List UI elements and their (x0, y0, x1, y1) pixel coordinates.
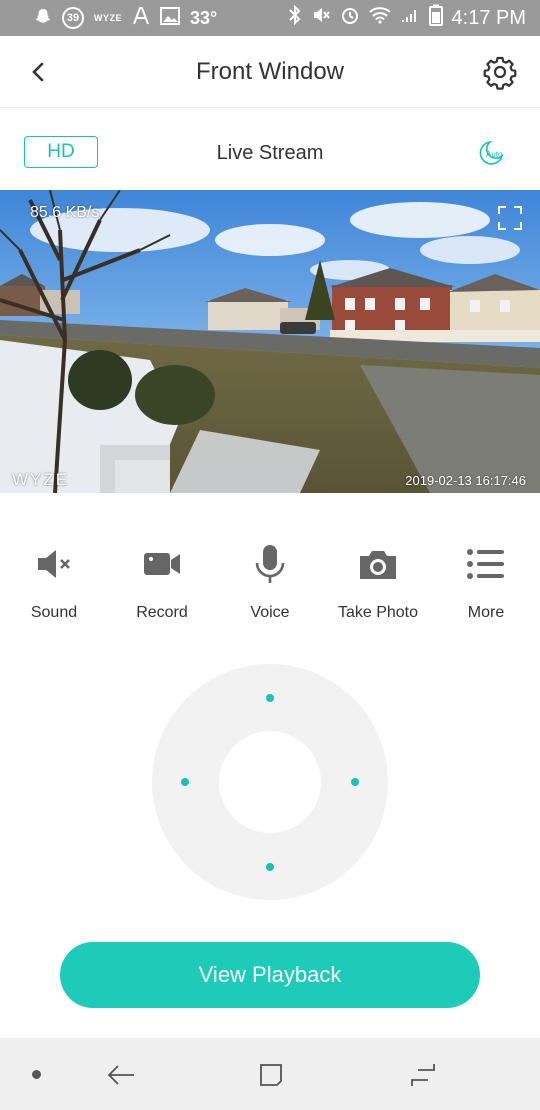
wifi-icon (368, 6, 391, 30)
temperature: 33° (190, 7, 218, 28)
joystick-center[interactable] (219, 731, 321, 833)
voice-label: Voice (250, 604, 290, 621)
camera-image (0, 190, 540, 493)
status-right: 4:17 PM (288, 4, 526, 32)
live-stream-label: Live Stream (216, 142, 324, 164)
camera-feed[interactable]: 85.6 KB/s WYZE 2019-02-13 16:17:46 (0, 190, 540, 493)
sound-label: Sound (30, 604, 78, 621)
control-row: Sound Record Voice Take Photo More (0, 540, 540, 630)
more-label: More (467, 604, 505, 621)
video-camera-icon (144, 553, 180, 575)
home-square-icon (260, 1064, 282, 1086)
bitrate-readout: 85.6 KB/s (30, 204, 100, 221)
notification-badge: 39 (62, 7, 84, 29)
system-home-button[interactable] (256, 1060, 286, 1090)
status-bar: 39 WYZE 33° 4:17 PM (0, 0, 540, 36)
mute-icon (311, 5, 331, 31)
pan-tilt-joystick[interactable] (152, 664, 388, 900)
wyze-mini-logo: WYZE (94, 13, 122, 23)
system-nav-bar (0, 1038, 540, 1110)
camera-watermark: WYZE (12, 470, 70, 489)
joystick-left-indicator[interactable] (181, 778, 189, 786)
alarm-icon (340, 5, 360, 31)
take-photo-label: Take Photo (337, 604, 419, 621)
sound-button[interactable]: Sound (0, 540, 108, 630)
joystick-down-indicator[interactable] (266, 863, 274, 871)
nav-dot-indicator (32, 1070, 41, 1079)
gallery-icon (160, 6, 180, 30)
moon-auto-icon: Auto (479, 140, 504, 165)
night-vision-auto-button[interactable]: Auto (476, 138, 506, 168)
joystick-up-indicator[interactable] (266, 694, 274, 702)
system-recents-button[interactable] (408, 1060, 438, 1090)
camera-timestamp: 2019-02-13 16:17:46 (405, 473, 526, 488)
recents-icon (411, 1064, 435, 1086)
more-button[interactable]: More (432, 540, 540, 630)
record-label: Record (136, 604, 188, 621)
fullscreen-icon (498, 206, 522, 230)
app-screen: 39 WYZE 33° 4:17 PM Front Window HD Live… (0, 0, 540, 1110)
app-header: Front Window (0, 36, 540, 108)
view-playback-button[interactable]: View Playback (60, 942, 480, 1008)
bluetooth-icon (288, 4, 302, 31)
auto-label: Auto (486, 150, 503, 159)
voice-button[interactable]: Voice (216, 540, 324, 630)
snapchat-icon (34, 7, 52, 30)
page-title: Front Window (195, 58, 345, 85)
settings-button[interactable] (482, 54, 518, 90)
gear-icon (483, 56, 517, 90)
camera-icon (360, 551, 396, 579)
clock: 4:17 PM (451, 6, 526, 29)
signal-icon (400, 6, 420, 30)
status-left: 39 WYZE 33° (34, 6, 217, 30)
font-icon (132, 6, 150, 31)
list-icon (467, 549, 504, 579)
stream-bar: HD Live Stream Auto (0, 125, 540, 181)
system-back-button[interactable] (106, 1060, 136, 1090)
record-button[interactable]: Record (108, 540, 216, 630)
back-arrow-icon (107, 1065, 134, 1085)
fullscreen-button[interactable] (498, 206, 522, 230)
battery-icon (428, 4, 443, 32)
joystick-right-indicator[interactable] (351, 778, 359, 786)
take-photo-button[interactable]: Take Photo (324, 540, 432, 630)
microphone-icon (255, 545, 285, 583)
speaker-muted-icon (38, 550, 70, 578)
